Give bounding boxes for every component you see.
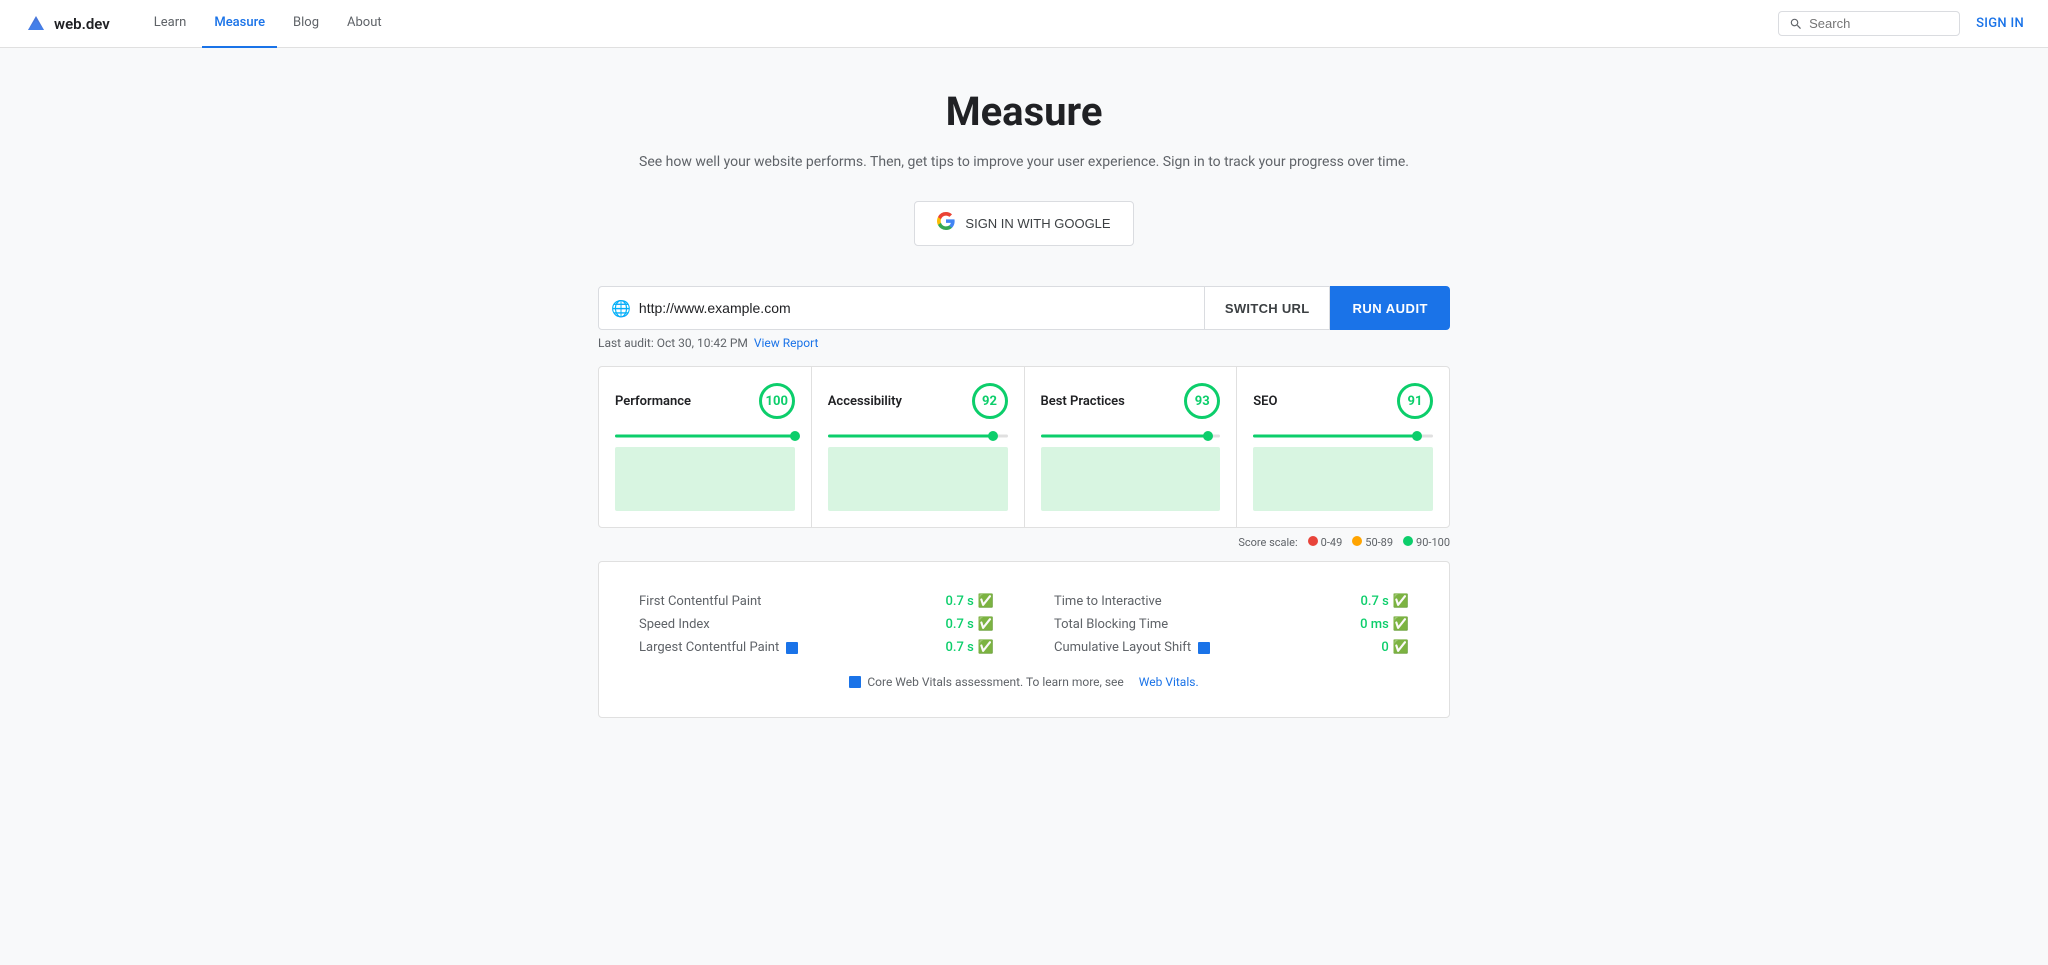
navbar: web.dev Learn Measure Blog About SIGN IN [0,0,2048,48]
lcp-check-icon: ✅ [978,640,994,655]
search-icon [1789,17,1803,31]
a11y-score: 92 [972,383,1008,419]
signin-button[interactable]: SIGN IN [1976,16,2024,31]
lcp-label: Largest Contentful Paint [639,640,798,655]
perf-score: 100 [759,383,795,419]
signin-google-label: SIGN IN WITH GOOGLE [965,216,1110,231]
tbt-check-icon: ✅ [1393,617,1409,632]
last-audit-text: Last audit: Oct 30, 10:42 PM View Report [598,336,1450,350]
search-box[interactable] [1778,11,1960,36]
page-title: Measure [598,88,1450,135]
tti-value: 0.7 s ✅ [1361,594,1410,609]
core-vitals-note: Core Web Vitals assessment. To learn mor… [639,675,1409,689]
url-section: 🌐 SWITCH URL RUN AUDIT Last audit: Oct 3… [598,286,1450,350]
perf-thumbnail [615,447,795,511]
main-content: Measure See how well your website perfor… [574,48,1474,778]
metrics-grid: First Contentful Paint 0.7 s ✅ Speed Ind… [639,590,1409,659]
url-input-wrap: 🌐 [598,286,1205,330]
tti-label: Time to Interactive [1054,594,1162,609]
page-subtitle: See how well your website performs. Then… [598,151,1450,173]
nav-about[interactable]: About [335,0,394,48]
logo-link[interactable]: web.dev [24,12,110,36]
metric-cls: Cumulative Layout Shift 0 ✅ [1054,636,1409,659]
fcp-label: First Contentful Paint [639,594,761,609]
switch-url-button[interactable]: SWITCH URL [1205,286,1331,330]
score-cards: Performance 100 Accessibility 92 [598,366,1450,528]
perf-title: Performance [615,394,691,409]
bp-title: Best Practices [1041,394,1125,409]
score-card-seo: SEO 91 [1237,367,1449,527]
metrics-left: First Contentful Paint 0.7 s ✅ Speed Ind… [639,590,994,659]
seo-thumbnail [1253,447,1433,511]
cls-check-icon: ✅ [1393,640,1409,655]
logo-text: web.dev [54,15,110,33]
globe-icon: 🌐 [611,299,631,318]
navbar-right: SIGN IN [1778,11,2024,36]
web-vitals-link[interactable]: Web Vitals. [1139,675,1199,689]
cls-label: Cumulative Layout Shift [1054,640,1210,655]
score-card-bestpractices: Best Practices 93 [1025,367,1238,527]
google-g-icon [937,212,955,235]
nav-learn[interactable]: Learn [142,0,199,48]
url-input[interactable] [639,300,1192,316]
a11y-thumbnail [828,447,1008,511]
nav-measure[interactable]: Measure [202,0,277,48]
cls-badge-icon [1198,642,1210,654]
metrics-right: Time to Interactive 0.7 s ✅ Total Blocki… [1054,590,1409,659]
tbt-label: Total Blocking Time [1054,617,1168,632]
signin-google-button[interactable]: SIGN IN WITH GOOGLE [914,201,1133,246]
metric-tti: Time to Interactive 0.7 s ✅ [1054,590,1409,613]
view-report-link[interactable]: View Report [754,336,819,350]
seo-score: 91 [1397,383,1433,419]
url-bar: 🌐 SWITCH URL RUN AUDIT [598,286,1450,330]
score-card-performance: Performance 100 [599,367,812,527]
metric-lcp: Largest Contentful Paint 0.7 s ✅ [639,636,994,659]
lcp-value: 0.7 s ✅ [946,640,995,655]
metric-fcp: First Contentful Paint 0.7 s ✅ [639,590,994,613]
si-value: 0.7 s ✅ [946,617,995,632]
bp-thumbnail [1041,447,1221,511]
core-vitals-badge-icon [849,676,861,688]
cls-value: 0 ✅ [1381,640,1409,655]
lcp-badge-icon [786,642,798,654]
a11y-title: Accessibility [828,394,902,409]
metric-si: Speed Index 0.7 s ✅ [639,613,994,636]
fcp-check-icon: ✅ [978,594,994,609]
nav-blog[interactable]: Blog [281,0,331,48]
run-audit-button[interactable]: RUN AUDIT [1330,286,1450,330]
nav-links: Learn Measure Blog About [142,0,1778,48]
si-check-icon: ✅ [978,617,994,632]
score-scale: Score scale: 0-49 50-89 90-100 [598,536,1450,549]
tti-check-icon: ✅ [1393,594,1409,609]
search-input[interactable] [1809,16,1949,31]
tbt-value: 0 ms ✅ [1360,617,1409,632]
metrics-panel: First Contentful Paint 0.7 s ✅ Speed Ind… [598,561,1450,718]
metric-tbt: Total Blocking Time 0 ms ✅ [1054,613,1409,636]
si-label: Speed Index [639,617,710,632]
score-card-accessibility: Accessibility 92 [812,367,1025,527]
bp-score: 93 [1184,383,1220,419]
fcp-value: 0.7 s ✅ [946,594,995,609]
logo-icon [24,12,48,36]
seo-title: SEO [1253,394,1277,409]
